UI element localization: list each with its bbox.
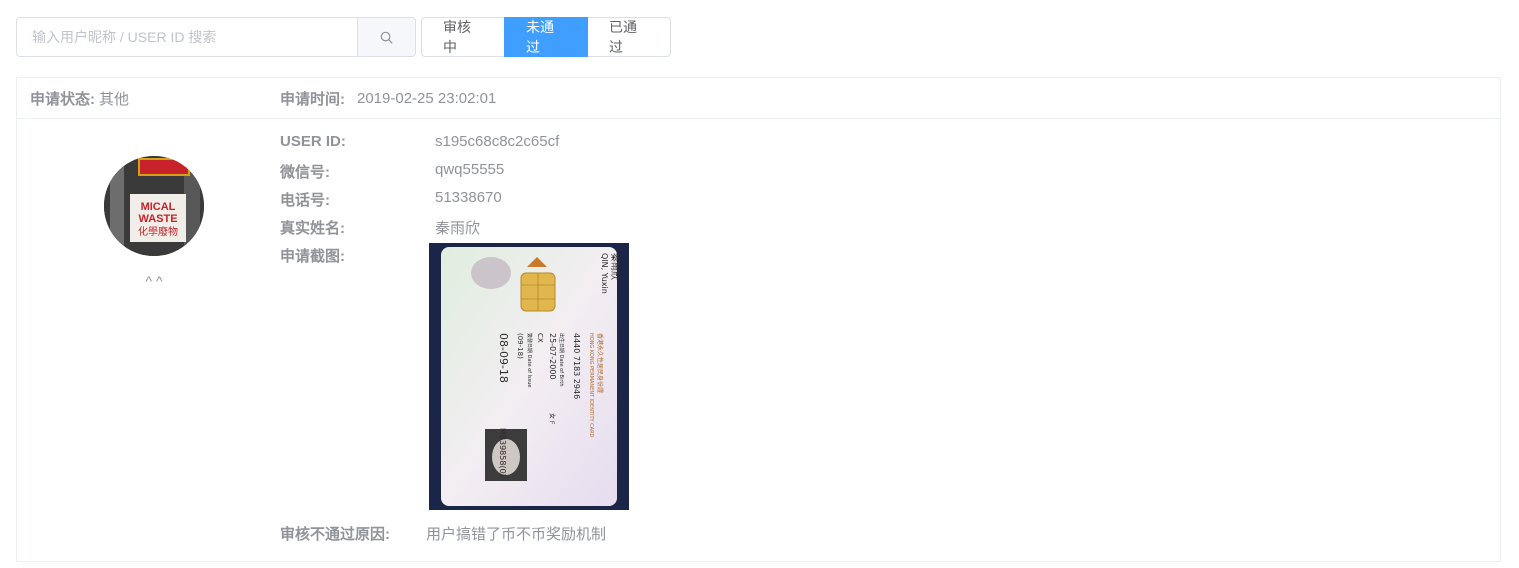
- real-name-label: 真实姓名:: [280, 220, 345, 237]
- status-info: 申请状态: 其他: [30, 78, 129, 119]
- status-tabs: 审核中 未通过 已通过: [421, 17, 671, 57]
- reason-value: 用户搞错了币不币奖励机制: [426, 526, 607, 543]
- search-button[interactable]: [357, 18, 415, 56]
- user-id-value: s195c68c8c2c65cf: [435, 133, 560, 150]
- tab-reviewing[interactable]: 审核中: [421, 17, 505, 57]
- phone-value: 51338670: [435, 189, 502, 206]
- tab-approved[interactable]: 已通过: [587, 17, 671, 57]
- avatar-sign-line1: MICAL: [141, 201, 176, 213]
- time-value: 2019-02-25 23:02:01: [357, 90, 497, 107]
- tab-rejected[interactable]: 未通过: [504, 17, 588, 57]
- nickname: ^ ^: [145, 273, 163, 289]
- card-name-en: QIN, Yuxin: [600, 253, 609, 294]
- avatar-sign-line2: WASTE: [138, 213, 177, 225]
- card-code: 4440 7183 2946: [572, 333, 581, 399]
- screenshot-label: 申请截图:: [280, 248, 345, 265]
- time-info: 申请时间: 2019-02-25 23:02:01: [280, 78, 496, 119]
- field-reject-reason: 审核不通过原因: 用户搞错了币不币奖励机制: [280, 523, 606, 544]
- search-icon: [380, 31, 393, 43]
- user-id-label: USER ID:: [280, 133, 346, 150]
- status-value: 其他: [99, 91, 130, 108]
- field-screenshot: 申请截图:: [280, 245, 435, 266]
- card-issue-label: 簽發日期 Date of Issue: [526, 333, 533, 387]
- card-number: M839858(0): [498, 428, 507, 477]
- toolbar: 审核中 未通过 已通过: [16, 17, 671, 57]
- search-box: [16, 17, 416, 57]
- card-dob: 25-07-2000: [548, 333, 557, 380]
- card-symbols: CX: [536, 333, 544, 343]
- search-input[interactable]: [17, 18, 357, 56]
- reason-label: 审核不通过原因:: [280, 526, 390, 543]
- card-dob-label: 出生日期 Date of Birth: [558, 333, 565, 387]
- avatar: MICAL WASTE 化學廢物: [104, 156, 204, 256]
- field-user-id: USER ID: s195c68c8c2c65cf: [280, 133, 559, 150]
- card-sex: 女 F: [548, 413, 556, 425]
- time-label: 申请时间:: [280, 91, 345, 108]
- avatar-sign-line3: 化學廢物: [138, 225, 178, 238]
- card-title-en: HONG KONG PERMANENT IDENTITY CARD: [588, 333, 594, 438]
- card-issue: 08-09-18: [497, 333, 510, 383]
- real-name-value: 秦雨欣: [435, 220, 481, 237]
- field-phone: 电话号: 51338670: [280, 189, 502, 210]
- application-card: 申请状态: 其他 申请时间: 2019-02-25 23:02:01 MICAL…: [16, 77, 1501, 562]
- field-wechat: 微信号: qwq55555: [280, 161, 504, 182]
- field-real-name: 真实姓名: 秦雨欣: [280, 217, 480, 238]
- status-label: 申请状态:: [30, 91, 95, 108]
- card-name-cn: 秦雨欣: [609, 253, 621, 280]
- avatar-image: MICAL WASTE 化學廢物: [104, 156, 204, 256]
- card-issue-short: (09-18): [516, 333, 524, 359]
- id-card-image: 秦雨欣 QIN, Yuxin 香港永久性居民身份證 HONG KONG PERM…: [429, 243, 629, 510]
- phone-label: 电话号:: [280, 192, 330, 209]
- id-card-screenshot[interactable]: 秦雨欣 QIN, Yuxin 香港永久性居民身份證 HONG KONG PERM…: [429, 243, 629, 510]
- wechat-label: 微信号:: [280, 164, 330, 181]
- card-title-cn: 香港永久性居民身份證: [596, 333, 604, 393]
- card-header: 申请状态: 其他 申请时间: 2019-02-25 23:02:01: [17, 78, 1500, 119]
- wechat-value: qwq55555: [435, 161, 505, 178]
